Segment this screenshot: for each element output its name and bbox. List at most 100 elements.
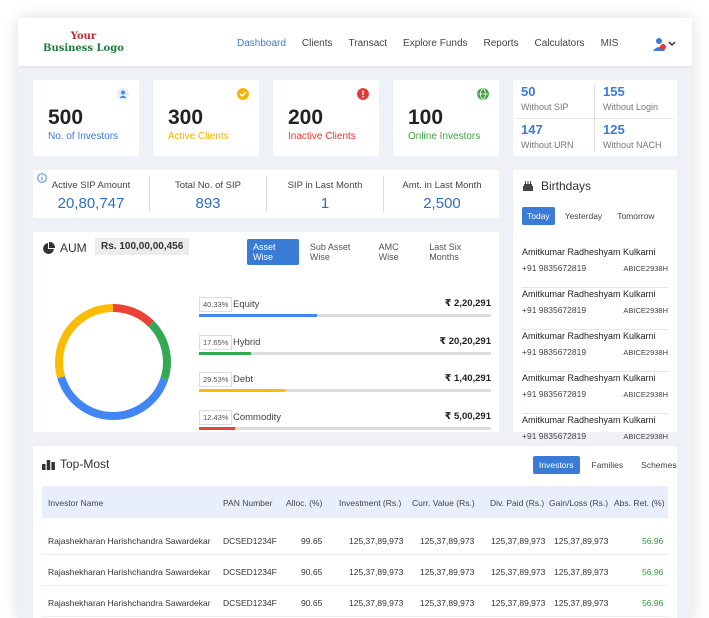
- tab-investors[interactable]: Investors: [533, 456, 580, 474]
- aum-row-track: [199, 389, 491, 392]
- donut-segment-equity[interactable]: [57, 376, 169, 420]
- aum-row-track: [199, 427, 491, 430]
- tab-yesterday[interactable]: Yesterday: [560, 207, 608, 225]
- aum-tabs: Asset Wise Sub Asset Wise AMC Wise Last …: [247, 239, 499, 265]
- aum-row-name: Commodity: [233, 412, 282, 423]
- mini-stat-value: 155: [603, 84, 625, 99]
- aum-row-percent: 29.53%: [199, 372, 233, 387]
- birthday-name: Amitkumar Radheshyam Kulkarni: [522, 373, 656, 383]
- tab-last-six-months[interactable]: Last Six Months: [429, 239, 486, 265]
- aum-row-hybrid[interactable]: 17.65% Hybrid ₹ 20,20,291: [199, 335, 491, 365]
- stat-card-inactive-clients[interactable]: 200 Inactive Clients: [273, 80, 379, 156]
- cell-current-value: 125,37,89,973: [420, 567, 475, 577]
- mini-stat-without-login[interactable]: 155 Without Login: [595, 80, 675, 118]
- user-menu-icon[interactable]: [652, 37, 676, 51]
- table-row[interactable]: Rajashekharan Harishchandra Sawardekar D…: [42, 524, 668, 555]
- birthday-phone: +91 9835672819: [522, 263, 587, 273]
- stat-card-active-clients[interactable]: 300 Active Clients: [153, 80, 259, 156]
- cell-pan-number: DCSED1234F: [223, 567, 277, 577]
- birthday-phone: +91 9835672819: [522, 389, 587, 399]
- tab-tomorrow[interactable]: Tomorrow: [612, 207, 659, 225]
- col-investment[interactable]: Investment (Rs.): [339, 498, 401, 508]
- stat-label: Active Clients: [168, 131, 229, 142]
- nav-transact[interactable]: Transact: [349, 38, 388, 49]
- col-investor-name[interactable]: Investor Name: [48, 498, 103, 508]
- table-row[interactable]: Rajashekharan Harishchandra Sawardekar D…: [42, 586, 668, 617]
- birthday-list-item[interactable]: Amitkumar Radheshyam Kulkarni +91 983567…: [522, 372, 668, 414]
- logo-line2: Business Logo: [43, 43, 124, 54]
- tab-families[interactable]: Families: [586, 456, 630, 474]
- aum-row-commodity[interactable]: 12.43% Commodity ₹ 5,00,291: [199, 410, 491, 440]
- tab-amc-wise[interactable]: AMC Wise: [379, 239, 417, 265]
- cell-investment: 125,37,89,973: [349, 567, 404, 577]
- stat-card-online-investors[interactable]: 100 Online Investors: [393, 80, 499, 156]
- aum-row-progress: [199, 389, 286, 392]
- table-header: Investor Name PAN Number Alloc. (%) Inve…: [42, 486, 668, 518]
- birthday-list-item[interactable]: Amitkumar Radheshyam Kulkarni +91 983567…: [522, 330, 668, 372]
- tab-sub-asset-wise[interactable]: Sub Asset Wise: [310, 239, 366, 265]
- donut-segment-commodity[interactable]: [112, 304, 154, 327]
- business-logo[interactable]: Your Business Logo: [43, 31, 124, 55]
- cell-current-value: 125,37,89,973: [420, 536, 475, 546]
- stat-card-investors[interactable]: 500 No. of Investors: [33, 80, 139, 156]
- tab-asset-wise[interactable]: Asset Wise: [247, 239, 299, 265]
- nav-clients[interactable]: Clients: [302, 38, 333, 49]
- mini-divider-h: [517, 118, 673, 119]
- nav-dashboard[interactable]: Dashboard: [237, 38, 286, 49]
- donut-segment-hybrid[interactable]: [148, 320, 171, 381]
- nav-calculators[interactable]: Calculators: [535, 38, 585, 49]
- mini-stat-label: Without SIP: [521, 102, 569, 112]
- mini-stat-without-nach[interactable]: 125 Without NACH: [595, 118, 675, 156]
- cake-icon: [523, 181, 533, 191]
- check-icon: [237, 88, 249, 100]
- stat-label: No. of Investors: [48, 131, 119, 142]
- aum-card: AUM Rs. 100,00,00,456 Asset Wise Sub Ass…: [33, 232, 499, 432]
- col-gain-loss[interactable]: Gain/Loss (Rs.): [549, 498, 608, 508]
- nav-mis[interactable]: MIS: [601, 38, 619, 49]
- mini-stat-label: Without URN: [521, 140, 574, 150]
- table-row[interactable]: Rajashekharan Harishchandra Sawardekar D…: [42, 555, 668, 586]
- col-alloc[interactable]: Alloc. (%): [286, 498, 322, 508]
- aum-row-debt[interactable]: 29.53% Debt ₹ 1,40,291: [199, 372, 491, 402]
- aum-row-track: [199, 314, 491, 317]
- sip-label: Active SIP Amount: [51, 180, 131, 191]
- birthdays-card: Birthdays Today Yesterday Tomorrow Amitk…: [513, 170, 677, 441]
- top-header: Your Business Logo Dashboard Clients Tra…: [18, 18, 692, 66]
- mini-stat-value: 147: [521, 122, 543, 137]
- aum-row-percent: 40.33%: [199, 297, 233, 312]
- cell-alloc: 90.65: [301, 567, 323, 577]
- aum-row-percent: 17.65%: [199, 335, 233, 350]
- stat-value: 100: [408, 106, 444, 129]
- aum-row-equity[interactable]: 40.33% Equity ₹ 2,20,291: [199, 297, 491, 327]
- cell-investor-name: Rajashekharan Harishchandra Sawardekar: [48, 536, 211, 546]
- col-current-value[interactable]: Curr. Value (Rs.): [412, 498, 475, 508]
- birthday-list-item[interactable]: Amitkumar Radheshyam Kulkarni +91 983567…: [522, 246, 668, 288]
- mini-stat-without-urn[interactable]: 147 Without URN: [513, 118, 593, 156]
- birthday-pan: ABICE2938H: [623, 432, 668, 441]
- mini-stat-without-sip[interactable]: 50 Without SIP: [513, 80, 593, 118]
- sip-last-month: SIP in Last Month 1: [267, 170, 383, 218]
- top-most-tabs: Investors Families Schemes: [533, 456, 689, 474]
- sip-active-amount: Active SIP Amount 20,80,747: [33, 170, 149, 218]
- pie-chart-icon: [43, 241, 55, 254]
- aum-row-amount: ₹ 20,20,291: [439, 336, 491, 347]
- cell-abs-return: 56.96: [642, 536, 664, 546]
- col-pan-number[interactable]: PAN Number: [223, 498, 272, 508]
- cell-alloc: 99.65: [301, 536, 323, 546]
- col-abs-return[interactable]: Abs. Ret. (%): [614, 498, 665, 508]
- tab-today[interactable]: Today: [522, 207, 555, 225]
- sip-summary-card: Active SIP Amount 20,80,747 Total No. of…: [33, 170, 499, 218]
- tab-schemes[interactable]: Schemes: [635, 456, 682, 474]
- cell-pan-number: DCSED1234F: [223, 536, 277, 546]
- aum-donut-chart[interactable]: [53, 302, 173, 422]
- nav-explore-funds[interactable]: Explore Funds: [403, 38, 467, 49]
- nav-reports[interactable]: Reports: [484, 38, 519, 49]
- aum-title-text: AUM: [60, 241, 87, 255]
- donut-segment-debt[interactable]: [55, 304, 114, 379]
- col-div-paid[interactable]: Div. Paid (Rs.): [490, 498, 544, 508]
- birthday-pan: ABICE2938H: [623, 348, 668, 357]
- birthdays-title-text: Birthdays: [541, 179, 592, 193]
- birthday-list-item[interactable]: Amitkumar Radheshyam Kulkarni +91 983567…: [522, 288, 668, 330]
- aum-total-amount: Rs. 100,00,00,456: [95, 238, 190, 255]
- aum-row-amount: ₹ 2,20,291: [444, 298, 491, 309]
